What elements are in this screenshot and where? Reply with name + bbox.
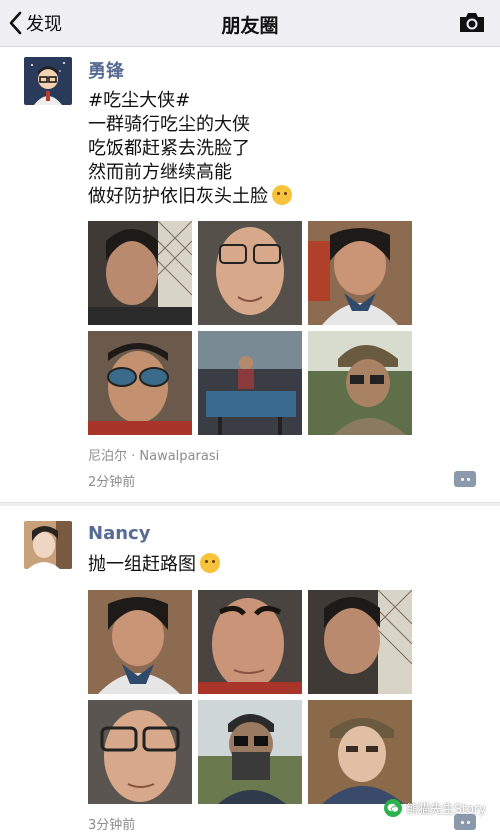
thinking-emoji-icon (272, 185, 292, 205)
page-title: 朋友圈 (221, 15, 279, 37)
avatar[interactable] (24, 521, 72, 569)
text-line: 然而前方继续高能 (88, 162, 232, 183)
photo-thumbnail[interactable] (308, 221, 412, 325)
location[interactable]: 尼泊尔 · Nawalparasi (88, 445, 219, 464)
photo-thumbnail[interactable] (308, 590, 412, 694)
photo-thumbnail[interactable] (198, 700, 302, 804)
photo-thumbnail[interactable] (198, 590, 302, 694)
watermark-text: 熊猫先生Story (406, 801, 486, 816)
text-line: 吃饭都赶紧去洗脸了 (88, 138, 250, 159)
photo-thumbnail[interactable] (88, 590, 192, 694)
navigation-bar: 发现 朋友圈 (0, 0, 500, 47)
avatar[interactable] (24, 57, 72, 105)
photo-grid (88, 590, 412, 804)
watermark: 熊猫先生Story (384, 799, 486, 817)
text-line: 做好防护依旧灰头土脸 (88, 186, 268, 207)
username[interactable]: Nancy (88, 523, 150, 544)
photo-thumbnail[interactable] (88, 221, 192, 325)
photo-thumbnail[interactable] (198, 221, 302, 325)
username[interactable]: 勇锋 (88, 57, 124, 83)
photo-grid (88, 221, 412, 435)
photo-thumbnail[interactable] (88, 331, 192, 435)
camera-button[interactable] (458, 10, 486, 38)
moment-post: 勇锋 #吃尘大侠# 一群骑行吃尘的大侠 吃饭都赶紧去洗脸了 然而前方继续高能 做… (0, 47, 500, 502)
text-line: 抛一组赶路图 (88, 554, 196, 575)
photo-thumbnail[interactable] (88, 700, 192, 804)
camera-icon (460, 13, 484, 32)
post-text: 抛一组赶路图 (88, 553, 478, 577)
photo-thumbnail[interactable] (308, 700, 412, 804)
text-line: #吃尘大侠# (88, 90, 191, 111)
comment-icon[interactable] (454, 471, 476, 487)
moment-post: Nancy 抛一组赶路图 3分钟前 熊猫先生Story (0, 505, 500, 833)
post-text: #吃尘大侠# 一群骑行吃尘的大侠 吃饭都赶紧去洗脸了 然而前方继续高能 做好防护… (88, 89, 478, 209)
photo-thumbnail[interactable] (198, 331, 302, 435)
smiling-emoji-icon (200, 553, 220, 573)
text-line: 一群骑行吃尘的大侠 (88, 114, 250, 135)
wechat-icon (384, 799, 403, 817)
photo-thumbnail[interactable] (308, 331, 412, 435)
timestamp: 2分钟前 (88, 475, 136, 490)
timestamp: 3分钟前 (88, 818, 136, 833)
